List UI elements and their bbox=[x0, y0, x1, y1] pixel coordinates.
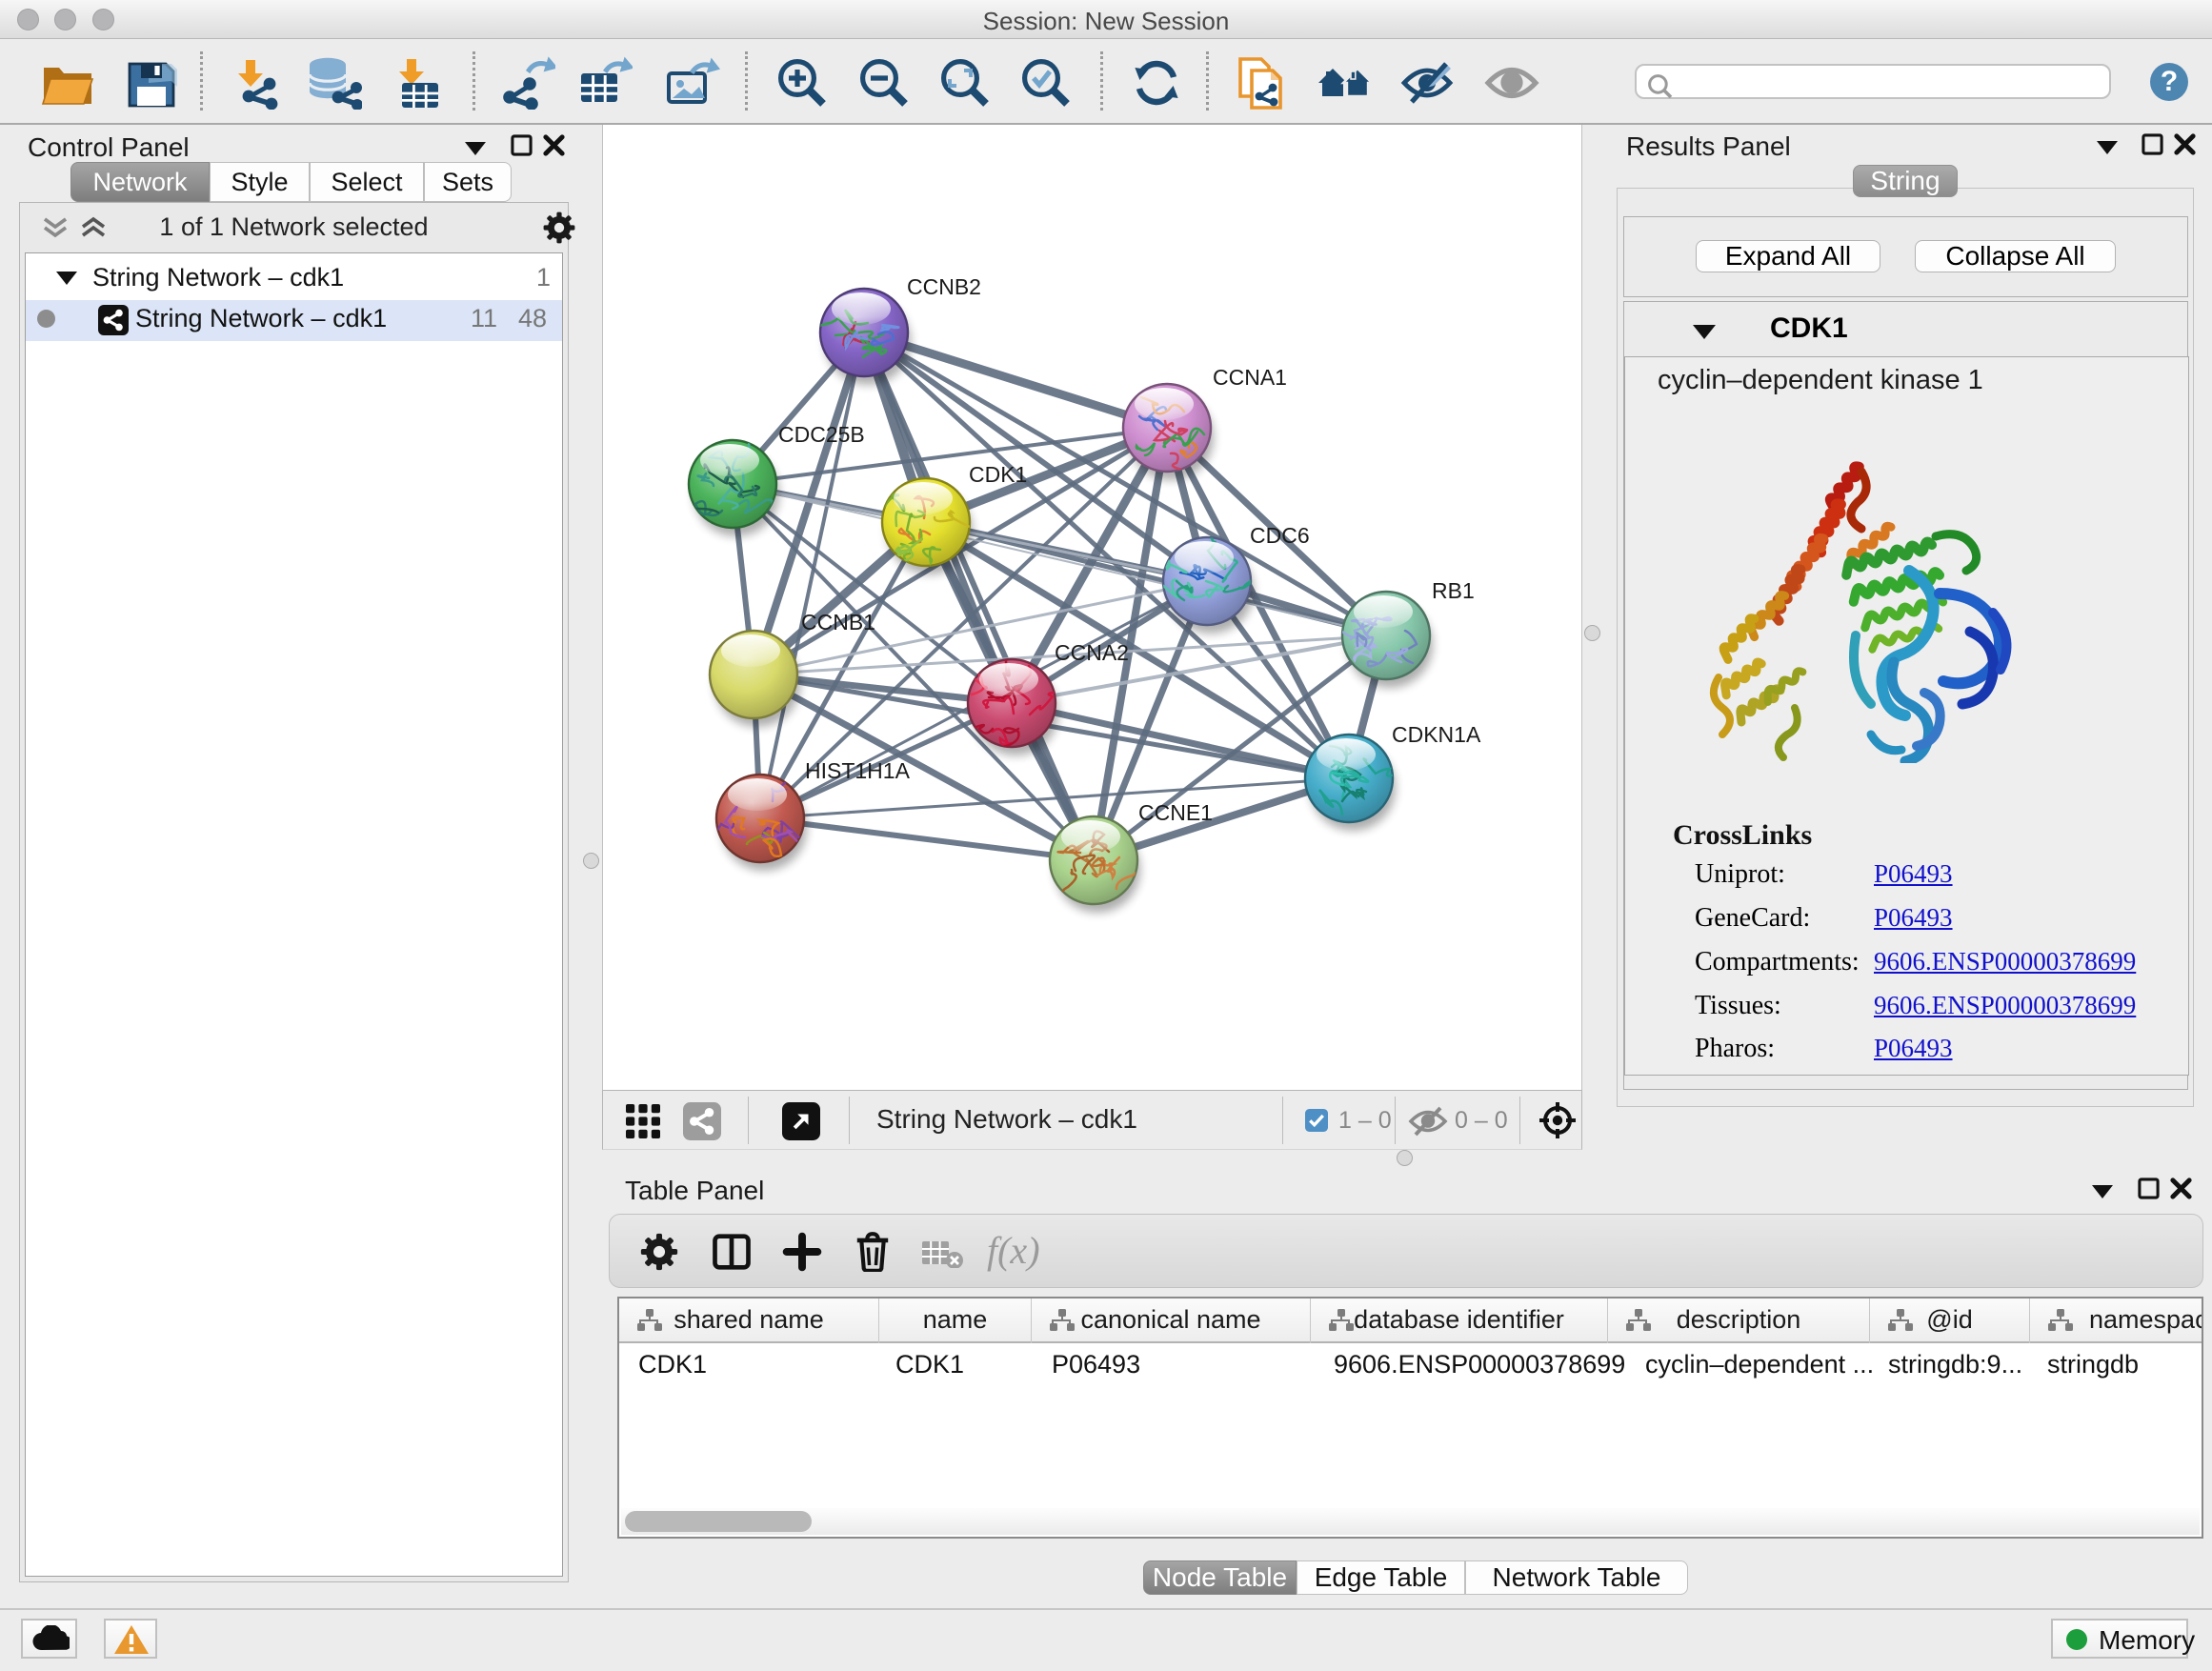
svg-text:CDC6: CDC6 bbox=[1250, 523, 1310, 548]
svg-text:CCNB1: CCNB1 bbox=[801, 610, 875, 634]
svg-text:CCNB2: CCNB2 bbox=[907, 274, 981, 299]
svg-text:CCNA2: CCNA2 bbox=[1055, 640, 1129, 665]
svg-text:CDKN1A: CDKN1A bbox=[1392, 722, 1481, 747]
svg-text:CCNE1: CCNE1 bbox=[1138, 800, 1213, 825]
svg-text:CCNA1: CCNA1 bbox=[1213, 365, 1287, 390]
svg-text:RB1: RB1 bbox=[1432, 578, 1475, 603]
svg-text:HIST1H1A: HIST1H1A bbox=[805, 758, 911, 783]
svg-text:CDK1: CDK1 bbox=[969, 462, 1027, 487]
svg-text:CDC25B: CDC25B bbox=[778, 422, 865, 447]
